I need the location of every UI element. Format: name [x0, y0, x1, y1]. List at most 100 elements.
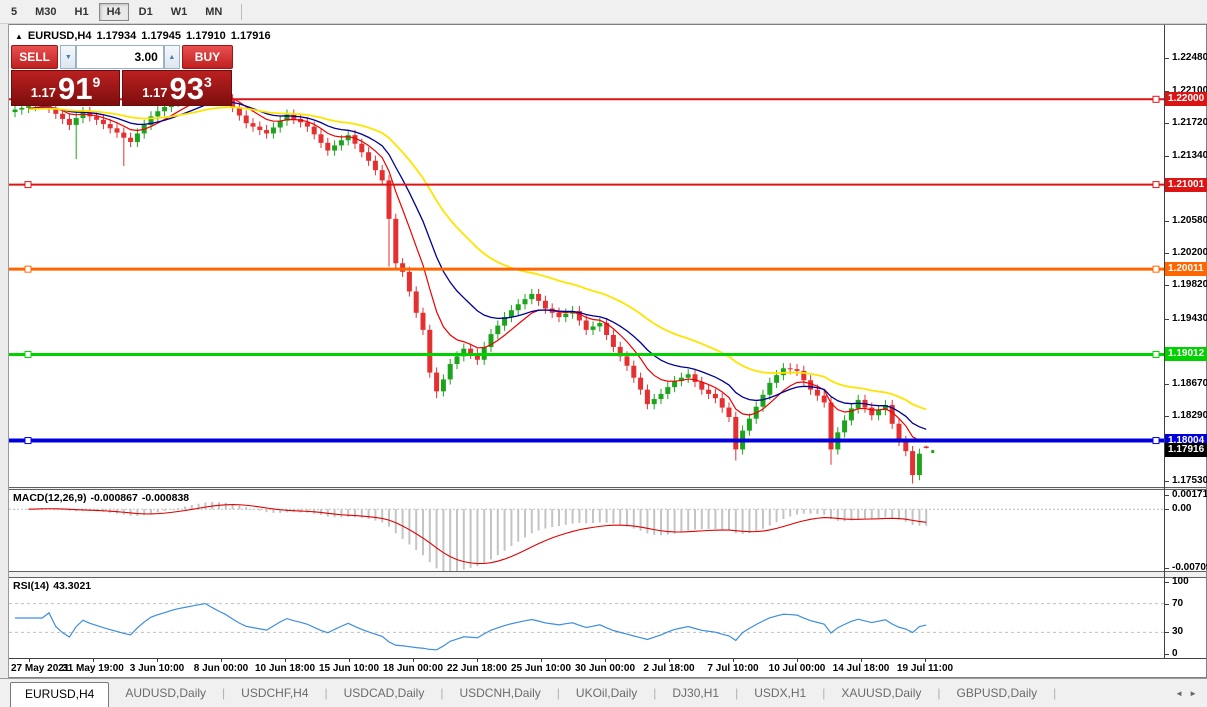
candle: [876, 405, 882, 421]
y-axis-label: 1.20580: [1172, 214, 1207, 226]
hline-anchor[interactable]: [24, 350, 32, 358]
hline-anchor[interactable]: [24, 437, 32, 445]
tab-GBPUSD,Daily[interactable]: GBPUSD,Daily: [940, 682, 1056, 704]
sell-button[interactable]: SELL: [11, 45, 59, 69]
tab-scroll-left-icon[interactable]: ◄: [1175, 689, 1183, 698]
macd-bar: [558, 509, 560, 527]
tab-AUDUSD,Daily[interactable]: AUDUSD,Daily: [109, 682, 225, 704]
macd-bar: [190, 505, 193, 510]
tab-USDCNH,Daily[interactable]: USDCNH,Daily: [443, 682, 559, 704]
macd-bar: [748, 509, 751, 534]
x-axis-tick: [349, 658, 350, 662]
candle: [372, 155, 378, 176]
candle: [556, 307, 562, 323]
hline-anchor[interactable]: [1152, 265, 1160, 273]
x-axis-tick: [925, 658, 926, 662]
volume-input[interactable]: 3.00: [76, 45, 164, 69]
tab-EURUSD,H4[interactable]: EURUSD,H4: [10, 682, 110, 707]
macd-bar: [503, 509, 506, 551]
candle: [400, 258, 406, 277]
candle: [80, 106, 86, 124]
macd-bar: [598, 509, 601, 523]
candle: [563, 308, 569, 323]
macd-bar: [170, 509, 173, 510]
tab-scroll-right-icon[interactable]: ►: [1189, 689, 1197, 698]
candle: [712, 388, 718, 404]
macd-bar: [768, 509, 771, 526]
sell-quote[interactable]: 1.17 91 9: [11, 70, 120, 106]
collapse-icon[interactable]: ▲: [15, 32, 23, 41]
y-axis-tick: [1165, 581, 1169, 583]
hline-anchor[interactable]: [1152, 95, 1160, 103]
y-axis-label: 70: [1172, 597, 1184, 609]
rsi-pane[interactable]: [9, 578, 1164, 658]
hline-anchor[interactable]: [24, 181, 32, 189]
macd-bar: [163, 509, 166, 512]
macd-bar: [564, 509, 567, 525]
tab-UKOil,Daily[interactable]: UKOil,Daily: [560, 682, 656, 704]
x-axis-tick: [669, 658, 670, 662]
buy-button[interactable]: BUY: [181, 45, 233, 69]
candle: [910, 446, 916, 484]
tab-DJ30,H1[interactable]: DJ30,H1: [656, 682, 738, 704]
x-axis-tick: [157, 658, 158, 662]
tab-USDCAD,Daily[interactable]: USDCAD,Daily: [328, 682, 444, 704]
macd-bar: [469, 509, 472, 568]
timeframe-5[interactable]: 5: [3, 3, 25, 21]
timeframe-MN[interactable]: MN: [197, 3, 230, 21]
hline-anchor[interactable]: [1152, 437, 1160, 445]
macd-bar: [585, 509, 588, 524]
macd-bar: [224, 502, 227, 510]
x-axis-tick: [861, 658, 862, 662]
candle: [576, 305, 582, 326]
hline-anchor[interactable]: [1152, 350, 1160, 358]
timeframe-H4[interactable]: H4: [98, 2, 129, 21]
buy-quote[interactable]: 1.17 93 3: [122, 70, 232, 106]
pane-separator[interactable]: [9, 487, 1206, 490]
candle: [284, 109, 290, 126]
timeframe-D1[interactable]: D1: [131, 3, 161, 21]
macd-bar: [150, 509, 152, 514]
hline-anchor[interactable]: [24, 265, 32, 273]
candle: [325, 137, 331, 156]
macd-bar: [864, 509, 866, 519]
macd-bar: [578, 509, 581, 524]
macd-bar: [184, 506, 186, 510]
macd-bar: [891, 509, 894, 518]
candle: [672, 375, 678, 393]
timeframe-H1[interactable]: H1: [67, 3, 97, 21]
macd-bar: [789, 509, 792, 517]
macd-bar: [925, 509, 928, 526]
y-axis-label: 1.17530: [1172, 475, 1207, 487]
pane-separator[interactable]: [9, 571, 1206, 578]
y-axis-label: 1.19820: [1172, 279, 1207, 291]
candle: [719, 393, 725, 413]
volume-decrease-button[interactable]: ▼: [60, 45, 77, 69]
macd-bar: [517, 509, 520, 542]
candle: [780, 363, 786, 381]
tab-USDX,H1[interactable]: USDX,H1: [738, 682, 825, 704]
macd-bar: [524, 509, 526, 538]
macd-bar: [510, 509, 513, 547]
tab-XAUUSD,Daily[interactable]: XAUUSD,Daily: [825, 682, 940, 704]
chart-tab-bar: EURUSD,H4AUDUSD,DailyUSDCHF,H4USDCAD,Dai…: [0, 678, 1207, 707]
sell-price-sup: 9: [92, 74, 101, 90]
candle: [447, 358, 453, 385]
macd-bar: [687, 509, 690, 531]
timeframe-M30[interactable]: M30: [27, 3, 64, 21]
toolbar-separator: [241, 3, 243, 20]
buy-price-small: 1.17: [142, 85, 168, 100]
hline-anchor[interactable]: [1152, 181, 1160, 189]
candle: [522, 294, 528, 310]
candle: [461, 343, 467, 362]
timeframe-W1[interactable]: W1: [163, 3, 196, 21]
volume-increase-button[interactable]: ▲: [163, 45, 180, 69]
candle: [345, 130, 351, 146]
y-axis-tick: [1165, 285, 1169, 287]
x-axis-tick: [93, 658, 94, 662]
tab-USDCHF,H4[interactable]: USDCHF,H4: [225, 682, 327, 704]
y-axis-label: 1.22480: [1172, 52, 1207, 64]
candle: [488, 329, 494, 353]
candle: [502, 311, 508, 331]
macd-bar: [367, 509, 370, 520]
